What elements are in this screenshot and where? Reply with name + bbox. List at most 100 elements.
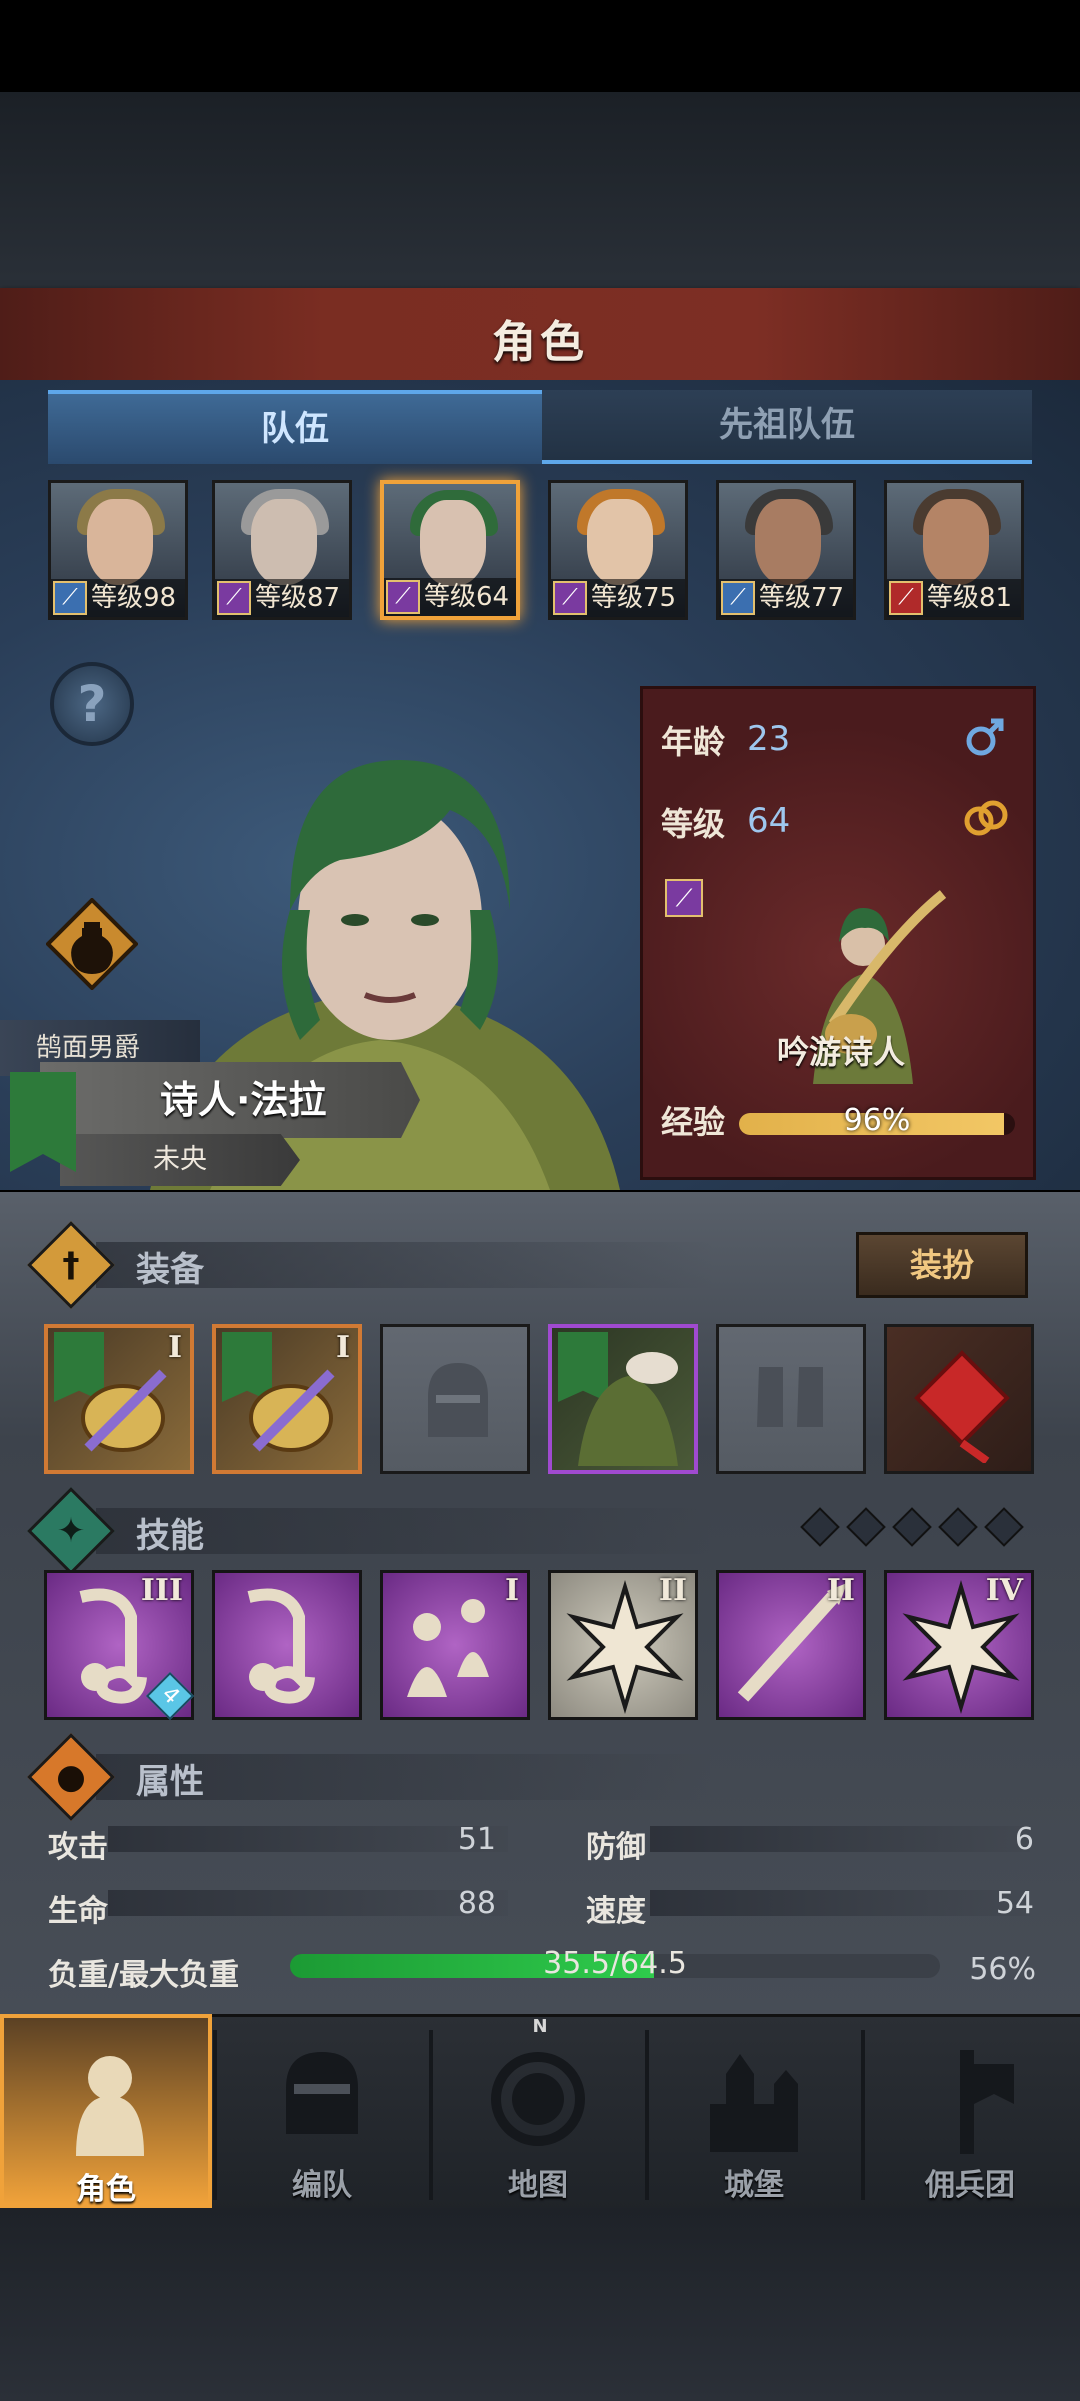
face (755, 499, 821, 585)
skill-pip (846, 1507, 886, 1547)
nav-compass[interactable]: 地图 (432, 2014, 644, 2208)
skill-rank: III (140, 1573, 183, 1608)
dress-up-button[interactable]: 装扮 (856, 1232, 1028, 1298)
potion-button[interactable] (45, 897, 139, 991)
age-value: 23 (747, 719, 791, 759)
equip-slot-weapon[interactable]: I (44, 1324, 194, 1474)
tab-team[interactable]: 队伍 (48, 390, 542, 464)
skill-slot-6[interactable]: IV (884, 1570, 1034, 1720)
ring-icon[interactable] (961, 795, 1011, 841)
skills-label: 技能 (136, 1516, 204, 1556)
banner-icon (960, 2050, 1014, 2154)
knight-icon (76, 2056, 144, 2156)
skill-rank: II (658, 1573, 687, 1608)
party-member-1[interactable]: 等级98 ⟋ (48, 480, 188, 620)
attack-value: 51 (457, 1822, 496, 1857)
skill-points (800, 1507, 1036, 1547)
nav-divider (429, 2030, 433, 2200)
attributes-header: ● 属性 (27, 1733, 1020, 1821)
rank-numeral: I (335, 1330, 350, 1365)
rank-numeral: I (167, 1330, 182, 1365)
staff-icon: ⟋ (553, 581, 587, 615)
nav-castle[interactable]: 城堡 (648, 2014, 860, 2208)
face (587, 499, 653, 585)
header-bar: 角色 (0, 288, 1080, 384)
top-backdrop (0, 92, 1080, 290)
face (923, 499, 989, 585)
speed-value: 54 (995, 1886, 1034, 1921)
nav-label: 角色 (76, 2172, 136, 2207)
defense-label: 防御 (586, 1830, 646, 1865)
lute-icon (249, 1369, 335, 1452)
hero-info-card: 年龄 23 等级 64 ⟋ 吟游诗人 经验 96% (640, 686, 1036, 1180)
cloak-icon (578, 1352, 678, 1466)
tab-ancestor-team[interactable]: 先祖队伍 (542, 390, 1032, 464)
equip-slot-helmet[interactable] (380, 1324, 530, 1474)
sword-icon: ⟋ (721, 581, 755, 615)
skill-pip (800, 1507, 840, 1547)
nav-banner[interactable]: 佣兵团 (864, 2014, 1076, 2208)
help-button[interactable]: ? (50, 662, 134, 746)
equip-slot-weapon[interactable]: I (212, 1324, 362, 1474)
skill-rank: I (504, 1573, 519, 1608)
attack-label: 攻击 (48, 1830, 108, 1865)
equip-slot-armor[interactable] (548, 1324, 698, 1474)
skill-rank: IV (985, 1573, 1023, 1608)
nav-divider (861, 2030, 865, 2200)
knot-charm-icon (914, 1350, 1010, 1463)
hero-name[interactable]: 诗人·法拉 (40, 1062, 420, 1138)
class-name: 吟游诗人 (776, 1033, 905, 1071)
face (87, 499, 153, 585)
face (251, 499, 317, 585)
load-value: 35.5/64.5 (543, 1946, 687, 1981)
castle-icon (710, 2054, 798, 2152)
level-value: 64 (747, 801, 791, 841)
party-member-6[interactable]: 等级81 ⟋ (884, 480, 1024, 620)
nav-divider (645, 2030, 649, 2200)
nav-label: 地图 (508, 2168, 568, 2203)
boots-icon (757, 1367, 823, 1427)
defense-value: 6 (1014, 1822, 1034, 1857)
male-icon (966, 718, 1004, 756)
nav-label: 佣兵团 (925, 2168, 1015, 2203)
page-title: 角色 (492, 317, 588, 368)
party-member-2[interactable]: 等级87 ⟋ (212, 480, 352, 620)
equip-slot-boots[interactable] (716, 1324, 866, 1474)
skill-slot-3[interactable]: I (380, 1570, 530, 1720)
nav-helmet[interactable]: 编队 (216, 2014, 428, 2208)
equip-slot-trinket[interactable] (884, 1324, 1034, 1474)
potion-icon (45, 897, 139, 991)
skill-slot-2[interactable] (212, 1570, 362, 1720)
skill-slot-5[interactable]: II (716, 1570, 866, 1720)
helmet-icon (428, 1363, 488, 1437)
nav-divider (213, 2030, 217, 2200)
skill-slot-1[interactable]: III 4 (44, 1570, 195, 1721)
nav-label: 城堡 (724, 2168, 784, 2203)
attributes-label: 属性 (136, 1762, 204, 1802)
skill-slot-4[interactable]: II (548, 1570, 698, 1720)
staff-icon: ⟋ (386, 580, 420, 614)
skill-pip (984, 1507, 1024, 1547)
load-percent: 56% (969, 1952, 1036, 1987)
exp-percent: 96% (843, 1103, 911, 1138)
sword-icon: ⟋ (53, 581, 87, 615)
compass-north-label: N (532, 2016, 548, 2037)
party-member-4[interactable]: 等级75 ⟋ (548, 480, 688, 620)
level-label: 等级 (661, 805, 726, 843)
hp-label: 生命 (48, 1894, 108, 1929)
staff-icon: ⟋ (217, 581, 251, 615)
horse-icon: ⟋ (889, 581, 923, 615)
hp-value: 88 (457, 1886, 496, 1921)
lute-icon (81, 1369, 167, 1452)
bottom-backdrop (0, 2208, 1080, 2401)
hero-subtitle: 未央 (60, 1134, 300, 1186)
load-label: 负重/最大负重 (48, 1958, 239, 1993)
nav-knight[interactable]: 角色 (0, 2014, 212, 2208)
equipment-label: 装备 (136, 1250, 204, 1290)
party-member-3[interactable]: 等级64 ⟋ (380, 480, 520, 620)
music-crystal-icon (247, 1588, 315, 1704)
age-label: 年龄 (661, 723, 726, 761)
party-member-5[interactable]: 等级77 ⟋ (716, 480, 856, 620)
skill-pip (892, 1507, 932, 1547)
exp-label: 经验 (661, 1103, 726, 1141)
